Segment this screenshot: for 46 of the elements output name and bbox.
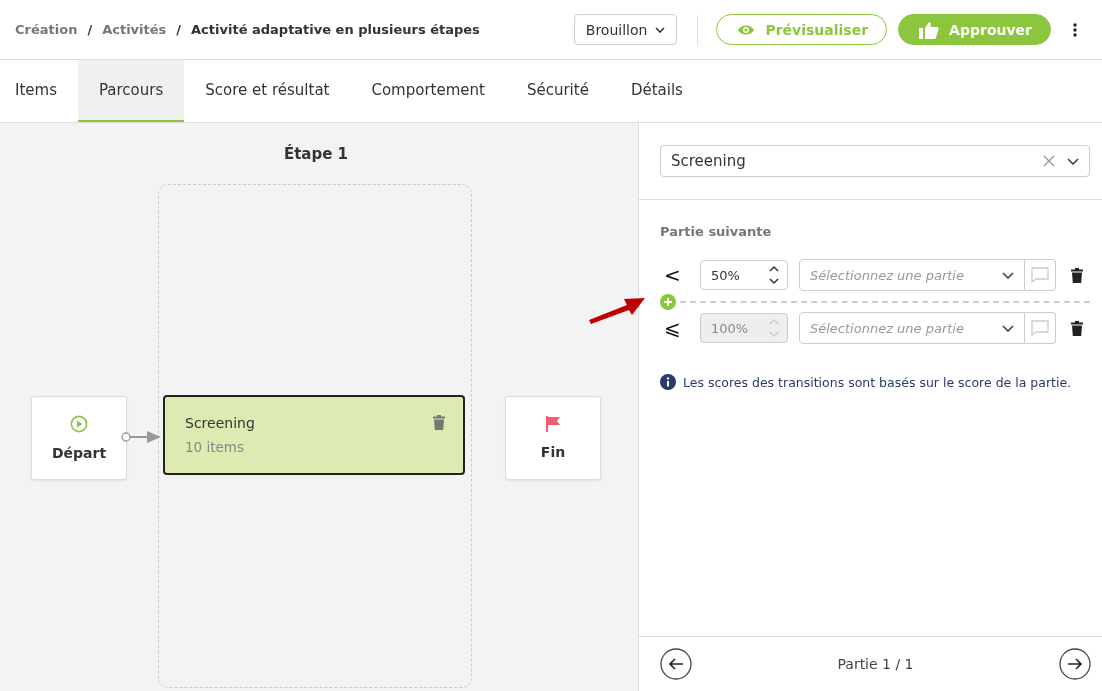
comparison-operator: ⩽ — [663, 316, 682, 340]
part-node[interactable]: Screening 10 items — [163, 395, 465, 475]
more-options-icon[interactable] — [1073, 22, 1077, 37]
trash-icon[interactable] — [1071, 267, 1083, 283]
node-label: Fin — [540, 444, 566, 460]
info-text: Les scores des transitions sont basés sur le score de la partie. — [683, 374, 1072, 390]
speech-bubble-icon — [1031, 320, 1049, 336]
part-item-count: 10 items — [185, 439, 245, 455]
tab[interactable]: Sécurité — [505, 60, 610, 122]
chevron-down-icon — [1002, 324, 1014, 332]
chevron-down-icon — [1067, 157, 1079, 165]
tab[interactable]: Parcours — [77, 60, 185, 122]
flag-icon — [546, 416, 560, 432]
percent-stepper: 100% — [700, 313, 788, 343]
eye-icon — [737, 23, 756, 36]
end-node[interactable]: Fin — [505, 396, 601, 480]
info-icon — [660, 374, 676, 390]
page-title: Activité adaptative en plusieurs étapes — [191, 22, 480, 37]
breadcrumb-separator: / — [176, 22, 182, 37]
breadcrumb-separator: / — [87, 22, 93, 37]
tab[interactable]: Items — [0, 60, 78, 122]
chevron-down-icon — [1002, 271, 1014, 279]
clear-icon[interactable] — [1043, 155, 1055, 167]
node-label: Départ — [51, 445, 107, 461]
start-node[interactable]: Départ — [31, 396, 127, 480]
play-circle-icon — [70, 415, 88, 433]
tab[interactable]: Détails — [609, 60, 704, 122]
pager-label: Partie 1 / 1 — [837, 656, 914, 672]
breadcrumb-link[interactable]: Activités — [102, 22, 167, 37]
thumbs-up-icon — [919, 20, 940, 39]
tab[interactable]: Score et résultat — [184, 60, 351, 122]
tab[interactable]: Comportement — [350, 60, 506, 122]
part-select[interactable]: Screening — [660, 145, 1090, 177]
step-title: Étape 1 — [282, 145, 350, 163]
status-dropdown[interactable]: Brouillon — [573, 14, 678, 45]
speech-bubble-icon — [1031, 267, 1049, 283]
section-title: Partie suivante — [660, 224, 773, 239]
trash-icon[interactable] — [1071, 320, 1083, 336]
part-title: Screening — [185, 415, 256, 431]
connector-arrow — [121, 430, 161, 444]
percent-stepper[interactable]: 50% — [700, 260, 788, 290]
stepper-arrows-icon — [769, 265, 779, 285]
comparison-operator: < — [663, 263, 682, 287]
chevron-down-icon — [655, 26, 666, 33]
breadcrumb-link[interactable]: Création — [15, 22, 78, 37]
stepper-arrows-icon — [769, 318, 779, 338]
